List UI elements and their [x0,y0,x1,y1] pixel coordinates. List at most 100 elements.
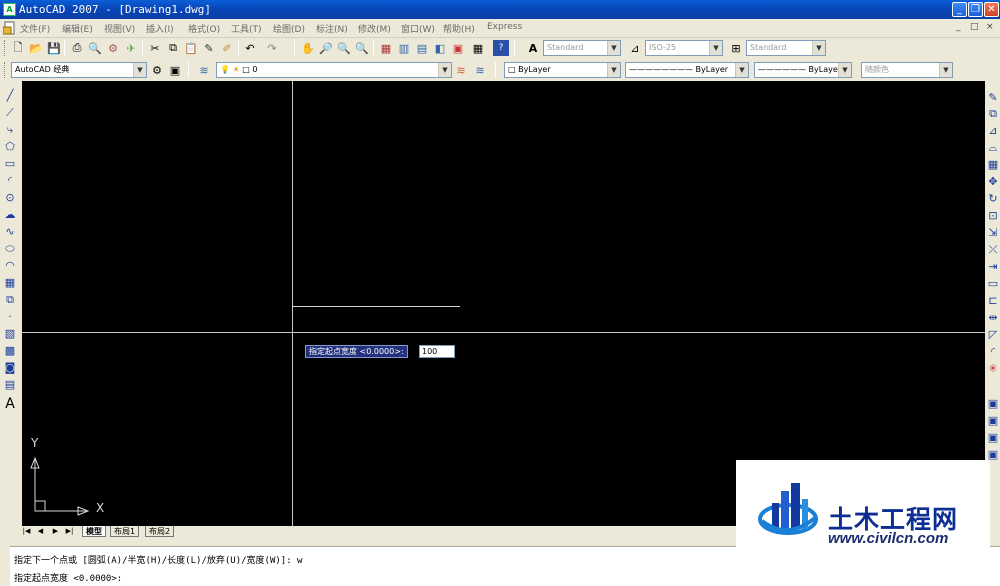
mirror-icon[interactable]: ⊿ [985,123,1000,139]
properties-icon[interactable]: ▦ [378,40,394,56]
gradient-icon[interactable]: ▩ [2,343,18,359]
table-icon[interactable]: ▤ [2,377,18,393]
chevron-down-icon[interactable]: ▼ [838,63,851,77]
publish-icon[interactable]: ⚙ [105,40,121,56]
insert-block-icon[interactable]: ▦ [2,275,18,291]
table-style-select[interactable]: Standard ▼ [746,40,826,56]
pan-icon[interactable]: ✋ [300,40,316,56]
chevron-down-icon[interactable]: ▼ [939,63,952,77]
chevron-down-icon[interactable]: ▼ [607,41,620,55]
draw-order-icon[interactable]: ▣ [985,396,1000,412]
layer-on-icon[interactable]: 💡 [220,65,230,74]
make-object-layer-current-icon[interactable]: ≋ [453,62,469,78]
chevron-down-icon[interactable]: ▼ [607,63,620,77]
dim-style-select[interactable]: ISO-25 ▼ [645,40,723,56]
scale-icon[interactable]: ⊡ [985,208,1000,224]
first-tab-icon[interactable]: |◀ [22,527,31,536]
menu-draw[interactable]: 绘图(D) [273,22,305,35]
tab-layout2[interactable]: 布局2 [145,526,175,537]
chevron-down-icon[interactable]: ▼ [812,41,825,55]
next-tab-icon[interactable]: ▶ [51,527,60,536]
send-to-back-icon[interactable]: ▣ [985,430,1000,446]
multiline-text-icon[interactable]: A [2,396,18,412]
plot-icon[interactable]: ⎙ [69,40,85,56]
menu-tools[interactable]: 工具(T) [231,22,262,35]
chevron-down-icon[interactable]: ▼ [133,63,146,77]
polyline-icon[interactable]: ⤷ [2,122,18,138]
minimize-icon[interactable]: _ [952,2,967,17]
join-icon[interactable]: ⇹ [985,310,1000,326]
tab-model[interactable]: 模型 [82,526,106,537]
rotate-icon[interactable]: ↻ [985,191,1000,207]
new-icon[interactable]: 🗋 [10,40,26,56]
redo-icon[interactable]: ↷ [264,40,280,56]
zoom-previous-icon[interactable]: 🔍 [354,40,370,56]
title-bar[interactable]: A AutoCAD 2007 - [Drawing1.dwg] _ ❐ ✕ [0,0,1000,19]
close-icon[interactable]: ✕ [984,2,999,17]
document-icon[interactable] [3,21,17,35]
zoom-realtime-icon[interactable]: 🔎 [318,40,334,56]
undo-icon[interactable]: ↶ [242,40,258,56]
explode-icon[interactable]: ✳ [985,361,1000,377]
workspace-select[interactable]: AutoCAD 经典 ▼ [11,62,147,78]
move-icon[interactable]: ✥ [985,174,1000,190]
construction-line-icon[interactable]: ⟋ [2,105,18,121]
chevron-down-icon[interactable]: ▼ [709,41,722,55]
dynamic-input-field[interactable]: 100 [419,345,455,358]
last-tab-icon[interactable]: ▶| [65,527,74,536]
mdi-minimize-icon[interactable]: _ [956,22,961,32]
markup-icon[interactable]: ▣ [450,40,466,56]
menu-window[interactable]: 窗口(W) [401,22,435,35]
paste-icon[interactable]: 📋 [183,40,199,56]
layer-previous-icon[interactable]: ≋ [472,62,488,78]
menu-insert[interactable]: 插入(I) [146,22,174,35]
menu-express[interactable]: Express [487,22,522,32]
break-at-point-icon[interactable]: ▭ [985,276,1000,292]
ellipse-arc-icon[interactable]: ◠ [2,258,18,274]
color-select[interactable]: □ ByLayer ▼ [504,62,621,78]
prev-tab-icon[interactable]: ◀ [36,527,45,536]
layer-manager-icon[interactable]: ≋ [196,62,212,78]
lineweight-select[interactable]: —————— ByLayer ▼ [754,62,852,78]
menu-view[interactable]: 视图(V) [104,22,135,35]
match-properties-icon[interactable]: ✎ [201,40,217,56]
quickcalc-icon[interactable]: ▦ [470,40,486,56]
text-style-select[interactable]: Standard ▼ [543,40,621,56]
stretch-icon[interactable]: ⇲ [985,225,1000,241]
layer-freeze-icon[interactable]: ☀ [233,65,240,74]
revision-cloud-icon[interactable]: ☁ [2,207,18,223]
polygon-icon[interactable]: ⬠ [2,139,18,155]
save-icon[interactable]: 💾 [46,40,62,56]
tool-palettes-icon[interactable]: ▤ [414,40,430,56]
workspace-save-icon[interactable]: ▣ [167,62,183,78]
plot-preview-icon[interactable]: 🔍 [87,40,103,56]
ellipse-icon[interactable]: ⬭ [2,241,18,257]
help-icon[interactable]: ? [493,40,509,56]
point-icon[interactable]: · [2,309,18,325]
line-icon[interactable]: ╱ [2,88,18,104]
offset-icon[interactable]: ⌓ [985,140,1000,156]
linetype-select[interactable]: ———————— ByLayer ▼ [625,62,749,78]
bring-to-front-icon[interactable]: ▣ [985,413,1000,429]
menu-dimension[interactable]: 标注(N) [316,22,348,35]
cut-icon[interactable]: ✂ [147,40,163,56]
trim-icon[interactable]: ⤫ [985,242,1000,258]
block-editor-icon[interactable]: ✐ [219,40,235,56]
dim-style-icon[interactable]: ⊿ [627,40,643,56]
open-icon[interactable]: 📂 [28,40,44,56]
mdi-close-icon[interactable]: × [986,22,994,32]
toolbar-grip[interactable] [4,62,7,78]
arc-icon[interactable]: ◜ [2,173,18,189]
plotstyle-select[interactable]: 随颜色 ▼ [861,62,953,78]
hatch-icon[interactable]: ▧ [2,326,18,342]
copy-object-icon[interactable]: ⧉ [985,106,1000,122]
copy-icon[interactable]: ⧉ [165,40,181,56]
text-style-icon[interactable]: A [525,40,541,56]
circle-icon[interactable]: ⊙ [2,190,18,206]
menu-file[interactable]: 文件(F) [20,22,50,35]
layer-select[interactable]: 💡 ☀ □ 0 ▼ [216,62,452,78]
chamfer-icon[interactable]: ◸ [985,327,1000,343]
chevron-down-icon[interactable]: ▼ [438,63,451,77]
table-style-icon[interactable]: ⊞ [728,40,744,56]
break-icon[interactable]: ⊏ [985,293,1000,309]
